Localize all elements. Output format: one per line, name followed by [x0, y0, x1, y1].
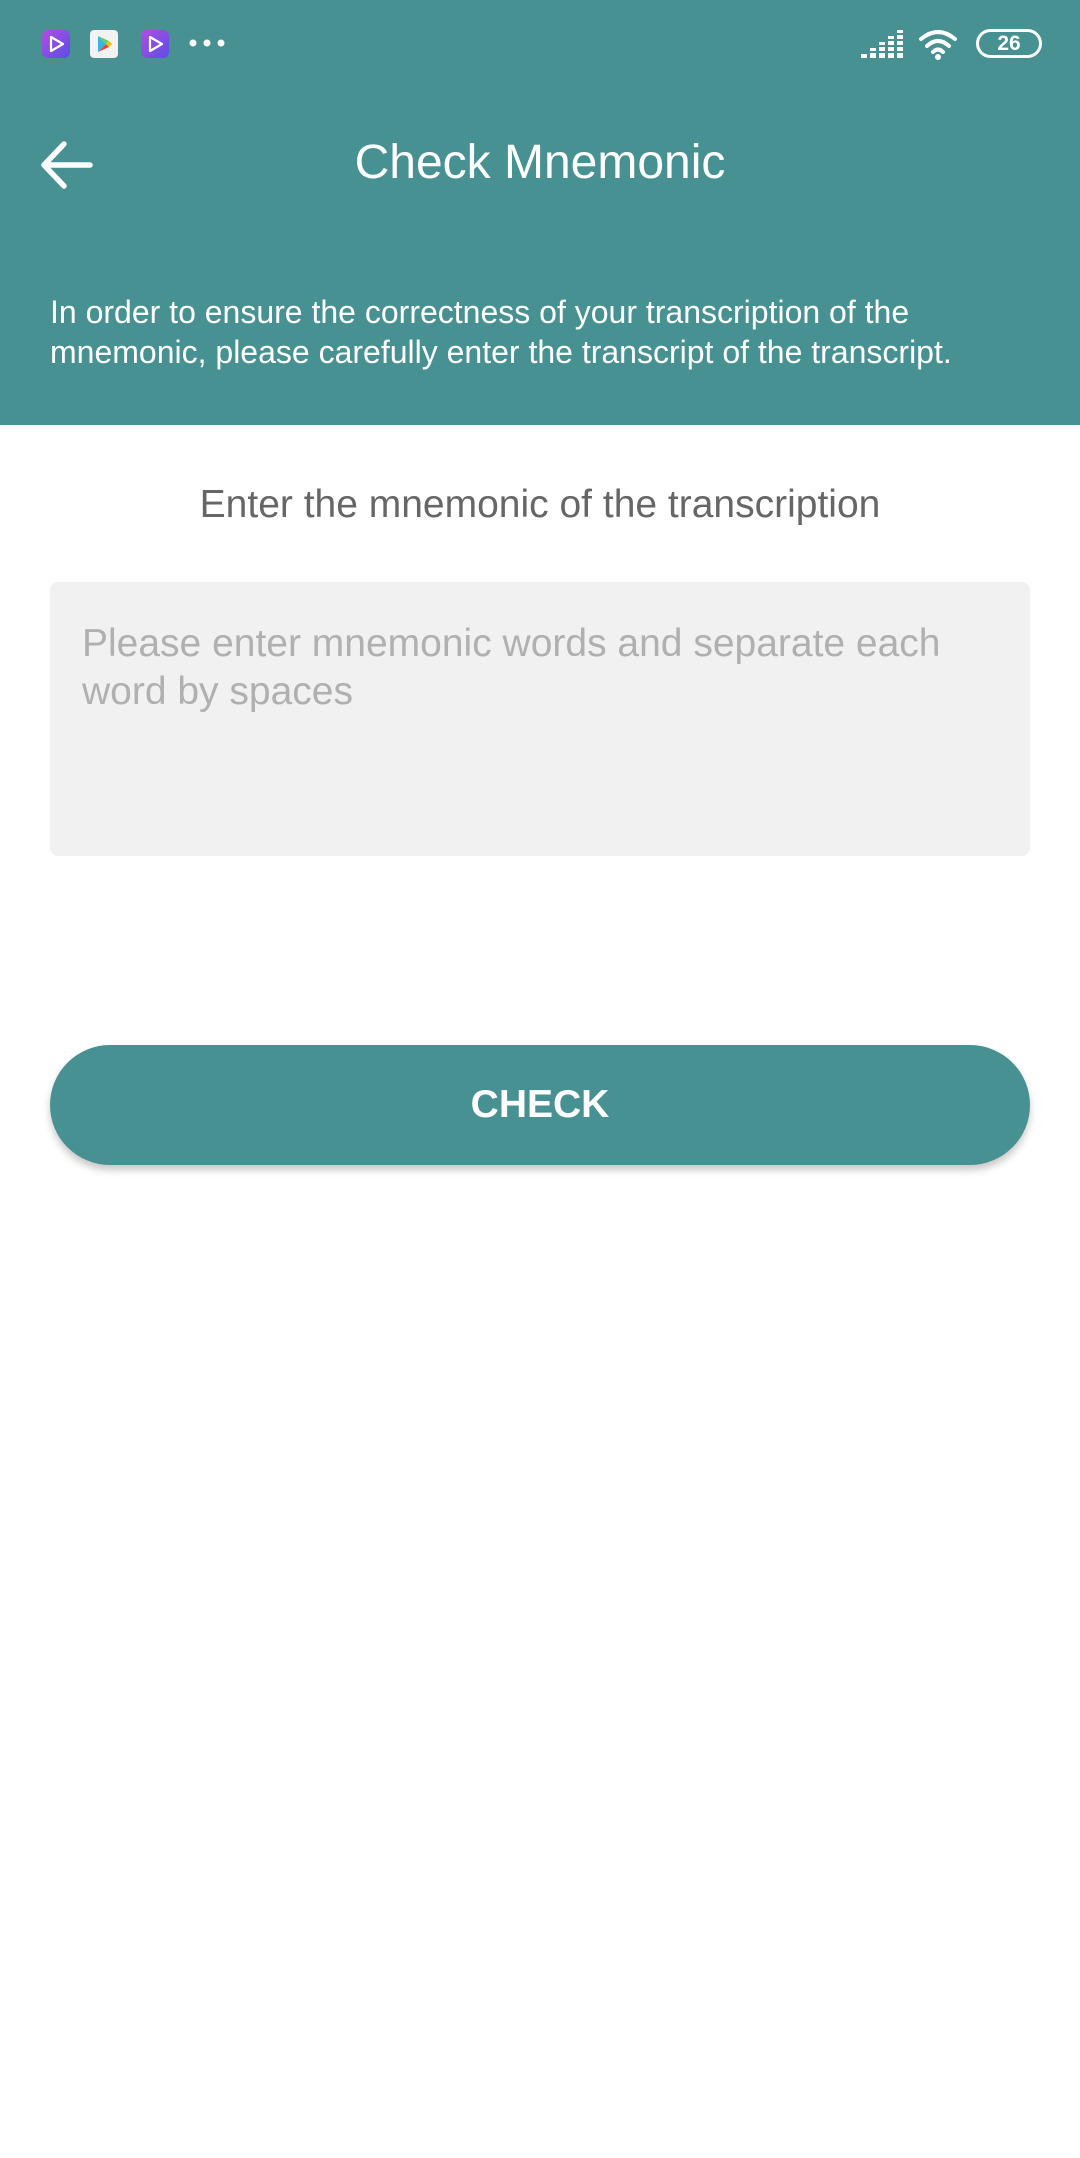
section-label: Enter the mnemonic of the transcription	[199, 483, 881, 526]
header: 26 Check Mnemonic In order to ensure the…	[0, 0, 1080, 425]
signal-icon	[860, 28, 904, 65]
wifi-icon	[918, 28, 958, 65]
video-player-icon	[42, 30, 70, 58]
battery-indicator: 26	[976, 29, 1042, 58]
video-player-icon	[141, 30, 169, 58]
status-bar: 26	[0, 0, 1080, 88]
play-store-icon	[90, 30, 118, 58]
mnemonic-input[interactable]	[50, 582, 1030, 856]
page-title: Check Mnemonic	[354, 136, 726, 189]
check-button[interactable]: CHECK	[50, 1045, 1030, 1165]
more-dots-icon	[188, 36, 228, 48]
instructions-text: In order to ensure the correctness of yo…	[50, 294, 952, 370]
